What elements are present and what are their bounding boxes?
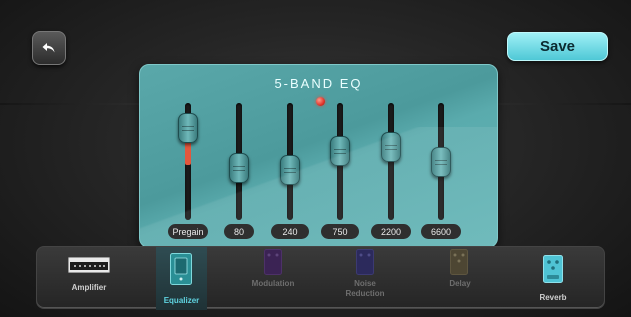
band-label-2200: 2200 <box>371 224 411 239</box>
pedal-modulation[interactable]: Modulation <box>242 247 304 310</box>
band-label-240: 240 <box>271 224 309 239</box>
pedal-amplifier[interactable]: Amplifier <box>49 247 129 310</box>
slider-pregain[interactable] <box>178 103 198 220</box>
slider-knob[interactable] <box>178 113 198 144</box>
band-label-750: 750 <box>321 224 359 239</box>
modulation-pedal-icon <box>264 249 282 280</box>
pedal-reverb[interactable]: Reverb <box>525 247 581 310</box>
eq-panel: 5-BAND EQ Pregain 80 240 750 2200 6600 <box>139 64 498 248</box>
reverb-pedal-icon <box>543 255 563 288</box>
slider-750[interactable] <box>330 103 350 220</box>
pedal-label: Modulation <box>251 279 295 288</box>
pedal-equalizer[interactable]: Equalizer <box>156 247 207 310</box>
effects-chain-bar: Amplifier Equalizer Modulation Noise Red… <box>36 246 605 310</box>
delay-pedal-icon <box>450 249 468 280</box>
noise-reduction-pedal-icon <box>356 249 374 280</box>
slider-knob[interactable] <box>330 136 350 167</box>
slider-240[interactable] <box>280 103 300 220</box>
slider-knob[interactable] <box>229 153 249 184</box>
eq-status-led <box>316 97 325 106</box>
band-label-80: 80 <box>224 224 254 239</box>
pedal-label: Amplifier <box>71 283 107 292</box>
slider-2200[interactable] <box>381 103 401 220</box>
amplifier-icon <box>68 257 110 278</box>
pedal-label: Equalizer <box>163 296 200 305</box>
slider-knob[interactable] <box>381 131 401 162</box>
back-button[interactable] <box>32 31 66 65</box>
slider-knob[interactable] <box>280 155 300 186</box>
slider-fill <box>185 139 191 166</box>
pedal-label: Reverb <box>539 293 567 302</box>
pedal-label: Delay <box>449 279 471 288</box>
undo-arrow-icon <box>42 43 55 53</box>
band-label-pregain: Pregain <box>168 224 208 239</box>
slider-knob[interactable] <box>431 146 451 177</box>
eq-title: 5-BAND EQ <box>274 76 363 91</box>
equalizer-pedal-icon <box>170 253 192 290</box>
save-button[interactable]: Save <box>507 32 608 61</box>
slider-6600[interactable] <box>431 103 451 220</box>
slider-80[interactable] <box>229 103 249 220</box>
pedal-label: Noise Reduction <box>345 279 385 298</box>
band-label-6600: 6600 <box>421 224 461 239</box>
pedal-delay[interactable]: Delay <box>430 247 490 310</box>
pedal-noise-reduction[interactable]: Noise Reduction <box>334 247 396 310</box>
